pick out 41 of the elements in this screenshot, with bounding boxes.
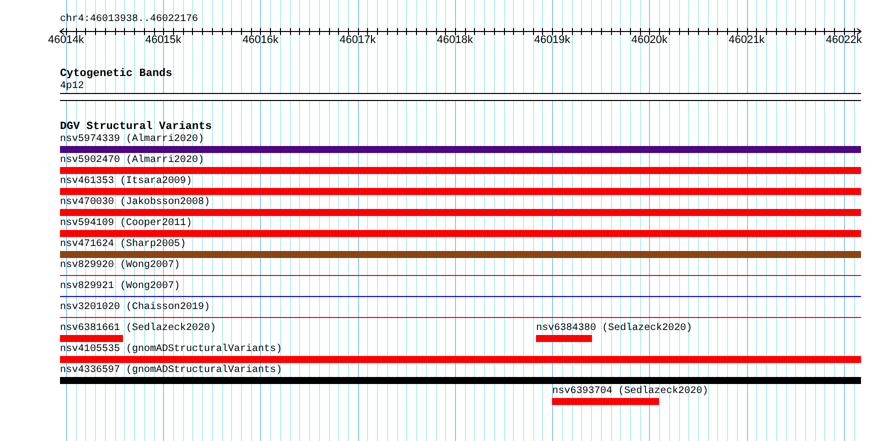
variant-bar[interactable] (60, 377, 861, 384)
variant-bar[interactable] (60, 209, 861, 216)
variant-label: nsv5902470 (Almarri2020) (60, 155, 204, 167)
axis-tick-label: 46015k (145, 34, 182, 47)
track-title: DGV Structural Variants (60, 121, 212, 134)
variant-bar[interactable] (552, 398, 659, 405)
axis-tick-label: 46018k (436, 34, 473, 47)
variant-bar[interactable] (60, 146, 861, 153)
variant-bar[interactable] (60, 251, 861, 258)
axis-tick-label: 46020k (631, 34, 668, 47)
variant-label: nsv6384380 (Sedlazeck2020) (536, 323, 692, 335)
variant-line[interactable] (60, 296, 861, 297)
variant-label: nsv470030 (Jakobsson2008) (60, 197, 210, 209)
axis-tick-label: 46017k (340, 34, 376, 47)
variant-label: nsv4105535 (gnomADStructuralVariants) (60, 344, 282, 356)
variant-bar[interactable] (60, 335, 124, 342)
axis-tick-label: 46021k (728, 34, 765, 47)
axis-tick-label: 46014k (48, 34, 84, 47)
variant-label: nsv829920 (Wong2007) (60, 260, 180, 272)
variant-bar[interactable] (60, 356, 861, 363)
variant-line[interactable] (60, 317, 861, 318)
variant-line[interactable] (60, 275, 861, 276)
variant-label: nsv594109 (Cooper2011) (60, 218, 192, 230)
axis-tick-label: 46016k (242, 34, 279, 47)
variant-label: nsv829921 (Wong2007) (60, 281, 180, 293)
axis-tick-label: 46019k (534, 34, 570, 47)
location-title: chr4:46013938..46022176 (60, 14, 198, 26)
variant-bar[interactable] (60, 167, 861, 174)
variant-label: nsv6393704 (Sedlazeck2020) (552, 386, 708, 398)
variant-label: nsv6381661 (Sedlazeck2020) (60, 323, 216, 335)
variant-label: nsv3201020 (Chaisson2019) (60, 302, 210, 314)
band-label: 4p12 (60, 81, 84, 93)
variant-label: nsv4336597 (gnomADStructuralVariants) (60, 365, 282, 377)
variant-bar[interactable] (60, 188, 861, 195)
variant-bar[interactable] (60, 230, 861, 237)
variant-label: nsv461353 (Itsara2009) (60, 176, 192, 188)
variant-bar[interactable] (536, 335, 592, 342)
variant-label: nsv471624 (Sharp2005) (60, 239, 186, 251)
variant-label: nsv5974339 (Almarri2020) (60, 134, 204, 146)
axis-tick-label: 46022k (826, 34, 862, 47)
track-title: Cytogenetic Bands (60, 68, 172, 81)
